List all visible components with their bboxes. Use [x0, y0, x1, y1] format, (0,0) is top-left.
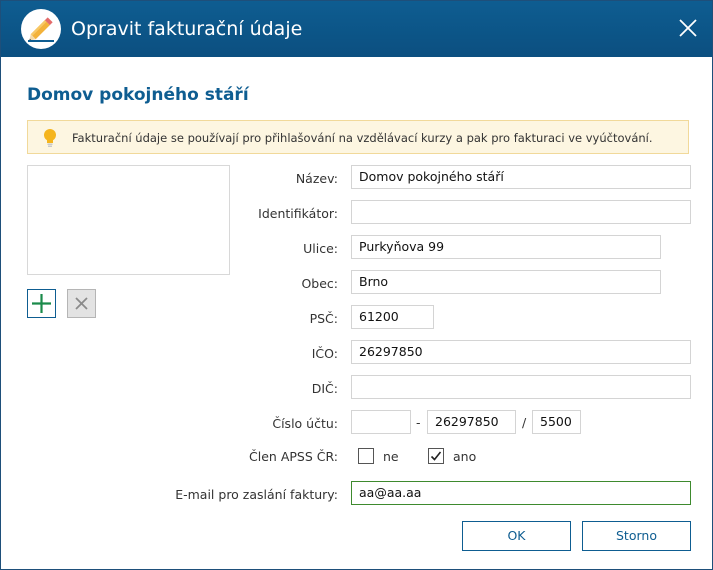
close-button[interactable] [673, 13, 703, 43]
tax-id-label: DIČ: [311, 381, 338, 396]
name-label: Název: [295, 171, 338, 186]
bank-code-input[interactable]: 5500 [532, 410, 581, 434]
checkmark-icon [430, 451, 442, 461]
member-yes-label: ano [453, 449, 477, 464]
name-input[interactable]: Domov pokojného stáří [351, 165, 691, 189]
close-icon [679, 19, 697, 37]
title-bar: Opravit fakturační údaje [1, 1, 712, 57]
account-number-input[interactable]: 26297850 [427, 410, 516, 434]
email-input[interactable]: aa@aa.aa [351, 481, 691, 505]
pencil-edit-icon [21, 9, 61, 49]
cancel-button[interactable]: Storno [582, 521, 691, 551]
identifier-input[interactable] [351, 200, 691, 224]
info-banner: Fakturační údaje se používají pro přihla… [27, 120, 689, 154]
info-text: Fakturační údaje se používají pro přihla… [72, 131, 653, 145]
plus-icon [32, 294, 51, 313]
ok-button[interactable]: OK [462, 521, 571, 551]
street-input[interactable]: Purkyňova 99 [351, 235, 661, 259]
company-id-label: IČO: [311, 346, 338, 361]
account-slash-separator: / [522, 415, 527, 430]
logo-image-area [27, 165, 230, 275]
lightbulb-icon [44, 129, 56, 147]
postcode-input[interactable]: 61200 [351, 305, 434, 329]
account-prefix-input[interactable] [351, 410, 411, 434]
city-label: Obec: [301, 276, 338, 291]
tax-id-input[interactable] [351, 375, 691, 399]
remove-image-button[interactable] [67, 289, 96, 318]
account-dash-separator: - [416, 415, 421, 430]
email-label: E-mail pro zaslání faktury: [175, 487, 338, 502]
street-label: Ulice: [303, 241, 338, 256]
member-yes-checkbox[interactable] [428, 448, 444, 464]
company-id-input[interactable]: 26297850 [351, 340, 691, 364]
add-image-button[interactable] [27, 289, 56, 318]
edit-billing-dialog: Opravit fakturační údaje Domov pokojného… [0, 0, 713, 570]
window-title: Opravit fakturační údaje [71, 18, 303, 40]
page-title: Domov pokojného stáří [27, 85, 249, 105]
member-label: Člen APSS ČR: [249, 449, 338, 464]
account-number-label: Číslo účtu: [272, 416, 338, 431]
member-no-label: ne [383, 449, 399, 464]
city-input[interactable]: Brno [351, 270, 661, 294]
cross-icon [75, 297, 88, 310]
postcode-label: PSČ: [309, 311, 338, 326]
identifier-label: Identifikátor: [258, 206, 338, 221]
member-no-checkbox[interactable] [358, 448, 374, 464]
